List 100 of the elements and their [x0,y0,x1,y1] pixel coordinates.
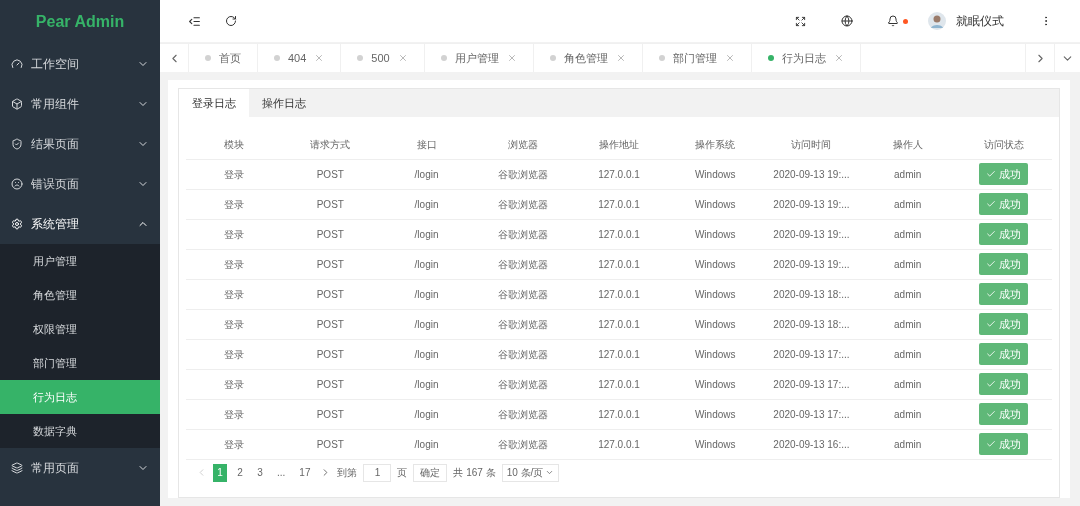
table-cell: /login [378,189,475,219]
table-cell: 登录 [186,219,283,249]
table-cell: 127.0.0.1 [570,159,668,189]
tab-label[interactable]: 角色管理 [563,49,608,67]
table-cell: 127.0.0.1 [570,309,668,339]
page-number[interactable]: 2 [233,463,247,482]
table-cell: POST [282,279,379,309]
column-header: 接口 [378,131,475,159]
table-cell: 谷歌浏览器 [474,399,571,429]
page-size-select[interactable]: 10 条/页 [501,463,560,482]
globe-icon[interactable] [841,15,853,27]
brand-logo: Pear Admin [34,12,126,32]
close-icon[interactable] [615,53,626,63]
table-cell: admin [859,279,956,309]
table-cell: POST [282,429,379,459]
menu-collapse-icon[interactable] [188,14,201,28]
table-cell: admin [859,429,956,459]
page-tab[interactable]: 首页 [189,44,258,72]
submenu-item[interactable]: 用户管理 [0,244,160,278]
table-cell: 谷歌浏览器 [474,339,571,369]
page-input[interactable]: 1 [363,463,392,482]
table-cell: Windows [667,399,764,429]
submenu-item[interactable]: 数据字典 [0,414,160,448]
table-cell: /login [378,399,475,429]
table-cell: 127.0.0.1 [570,399,668,429]
page-tab[interactable]: 部门管理 [642,44,752,72]
page-number[interactable]: 17 [295,463,315,482]
submenu-item[interactable]: 权限管理 [0,312,160,346]
table-cell: POST [282,399,379,429]
tab-label[interactable]: 404 [288,49,307,67]
table-cell: 2020-09-13 19:... [763,219,860,249]
table-cell: Windows [667,369,764,399]
table-cell: Windows [667,219,764,249]
user-name[interactable]: 就眠仪式 [956,12,1004,30]
column-header: 请求方式 [282,131,379,159]
table-cell: /login [378,339,475,369]
table-cell: 登录 [186,159,283,189]
log-tab[interactable]: 操作日志 [249,89,319,117]
table-cell: /login [378,279,475,309]
table-cell: 谷歌浏览器 [474,279,571,309]
table-cell: admin [859,309,956,339]
page-number[interactable]: ... [273,463,290,482]
page-tab[interactable]: 500 [341,44,425,72]
tab-label[interactable]: 首页 [219,49,241,67]
menu-item[interactable]: 错误页面 [0,164,160,204]
close-icon[interactable] [724,53,735,63]
table-cell: 127.0.0.1 [570,369,668,399]
tab-label[interactable]: 行为日志 [781,49,826,67]
close-icon[interactable] [314,53,325,63]
page-tab[interactable]: 行为日志 [751,44,861,72]
caret-icon [545,468,555,477]
check-icon [986,229,997,239]
log-tab[interactable]: 登录日志 [179,89,249,117]
table-cell: 谷歌浏览器 [474,249,571,279]
bell-icon[interactable] [887,15,899,27]
confirm-button[interactable]: 确定 [413,463,448,482]
table-cell: admin [859,249,956,279]
submenu-item[interactable]: 角色管理 [0,278,160,312]
refresh-icon[interactable] [225,15,237,27]
close-icon[interactable] [833,53,844,63]
table-cell: admin [859,189,956,219]
submenu-item[interactable]: 部门管理 [0,346,160,380]
menu-item[interactable]: 工作空间 [0,44,160,84]
page-tab[interactable]: 角色管理 [533,44,643,72]
page-tab[interactable]: 404 [258,44,342,72]
menu-item[interactable]: 常用组件 [0,84,160,124]
check-icon [986,409,997,419]
table-cell: admin [859,369,956,399]
column-header: 模块 [186,131,283,159]
column-header: 访问时间 [763,131,860,159]
page-number[interactable]: 3 [253,463,267,482]
close-icon[interactable] [506,53,517,63]
menu-item[interactable]: 系统管理 [0,204,160,244]
fullscreen-icon[interactable] [795,15,806,27]
tab-label[interactable]: 用户管理 [454,49,499,67]
column-header: 浏览器 [474,131,571,159]
avatar [928,12,946,30]
table-cell: 谷歌浏览器 [474,429,571,459]
table-cell: Windows [667,159,764,189]
table-cell: /login [378,309,475,339]
table-cell: 登录 [186,399,283,429]
table-cell: admin [859,339,956,369]
table-cell: admin [859,159,956,189]
check-icon [986,169,997,179]
table-cell: 登录 [186,339,283,369]
table-cell: POST [282,369,379,399]
table-cell: 2020-09-13 19:... [763,189,860,219]
close-icon[interactable] [397,53,408,63]
page-tab[interactable]: 用户管理 [424,44,534,72]
table-cell: 谷歌浏览器 [474,219,571,249]
table-cell: POST [282,249,379,279]
menu-item[interactable]: 常用页面 [0,448,160,488]
menu-item[interactable]: 结果页面 [0,124,160,164]
cube-icon [11,98,23,110]
gauge-icon [11,58,23,70]
tab-label[interactable]: 部门管理 [672,49,717,67]
tab-label[interactable]: 500 [371,49,390,67]
table-cell: 登录 [186,309,283,339]
table-cell: POST [282,159,379,189]
check-icon [986,289,997,299]
